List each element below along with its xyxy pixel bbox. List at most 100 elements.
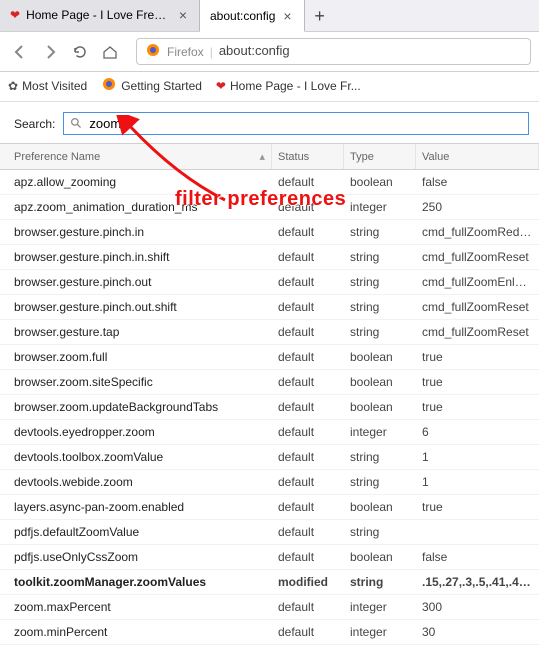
cell-status: default [272,595,344,619]
table-row[interactable]: browser.gesture.pinch.in.shiftdefaultstr… [0,245,539,270]
table-row[interactable]: devtools.eyedropper.zoomdefaultinteger6 [0,420,539,445]
table-header: Preference Name ▴ Status Type Value [0,143,539,170]
bookmark-most-visited[interactable]: ✿ Most Visited [8,79,87,93]
search-row: Search: [0,102,539,143]
search-box[interactable] [63,112,529,135]
cell-value: cmd_fullZoomReset [416,245,539,269]
cell-name: browser.gesture.pinch.out [0,270,272,294]
col-header-type[interactable]: Type [344,144,416,169]
cell-status: default [272,545,344,569]
table-row[interactable]: toolkit.zoomManager.zoomValuesmodifiedst… [0,570,539,595]
table-row[interactable]: pdfjs.useOnlyCssZoomdefaultbooleanfalse [0,545,539,570]
url-bar[interactable]: Firefox | about:config [136,38,531,65]
cell-value: true [416,495,539,519]
cell-status: default [272,470,344,494]
cell-status: default [272,420,344,444]
heart-icon: ❤ [216,79,226,93]
cell-name: browser.gesture.pinch.in [0,220,272,244]
nav-bar: Firefox | about:config [0,32,539,72]
cell-type: string [344,295,416,319]
tab-strip: ❤ Home Page - I Love Free Softw × about:… [0,0,539,32]
cell-value: 6 [416,420,539,444]
cell-type: boolean [344,545,416,569]
cell-type: integer [344,420,416,444]
cell-value: 1 [416,470,539,494]
gear-icon: ✿ [8,79,18,93]
cell-name: browser.gesture.pinch.in.shift [0,245,272,269]
cell-name: layers.async-pan-zoom.enabled [0,495,272,519]
col-header-status[interactable]: Status [272,144,344,169]
heart-icon: ❤ [10,8,20,22]
cell-name: devtools.toolbox.zoomValue [0,445,272,469]
cell-name: devtools.webide.zoom [0,470,272,494]
cell-status: default [272,295,344,319]
url-prefix: Firefox [167,45,204,59]
tab-home[interactable]: ❤ Home Page - I Love Free Softw × [0,0,200,31]
table-row[interactable]: browser.gesture.pinch.indefaultstringcmd… [0,220,539,245]
cell-name: browser.zoom.full [0,345,272,369]
annotation-text: filter preferences [175,188,346,211]
arrow-right-icon [42,44,58,60]
cell-value: 250 [416,195,539,219]
table-row[interactable]: devtools.webide.zoomdefaultstring1 [0,470,539,495]
cell-value [416,520,539,544]
search-label: Search: [14,117,55,131]
cell-value: cmd_fullZoomReset [416,320,539,344]
table-row[interactable]: pdfjs.defaultZoomValuedefaultstring [0,520,539,545]
cell-type: boolean [344,345,416,369]
cell-value: true [416,345,539,369]
bookmark-bar: ✿ Most Visited Getting Started ❤ Home Pa… [0,72,539,102]
close-icon[interactable]: × [281,8,293,24]
cell-name: browser.gesture.pinch.out.shift [0,295,272,319]
table-row[interactable]: browser.gesture.pinch.outdefaultstringcm… [0,270,539,295]
col-header-value[interactable]: Value [416,144,539,169]
cell-type: boolean [344,395,416,419]
reload-icon [72,44,88,60]
cell-status: default [272,320,344,344]
table-row[interactable]: zoom.maxPercentdefaultinteger300 [0,595,539,620]
cell-value: cmd_fullZoomReset [416,295,539,319]
table-row[interactable]: zoom.minPercentdefaultinteger30 [0,620,539,645]
cell-status: default [272,620,344,644]
table-row[interactable]: browser.zoom.fulldefaultbooleantrue [0,345,539,370]
tab-label: Home Page - I Love Free Softw [26,8,171,22]
search-input[interactable] [89,116,522,131]
cell-name: toolkit.zoomManager.zoomValues [0,570,272,594]
cell-type: string [344,220,416,244]
firefox-icon [145,42,161,61]
forward-button[interactable] [38,40,62,64]
table-row[interactable]: browser.gesture.tapdefaultstringcmd_full… [0,320,539,345]
cell-name: devtools.eyedropper.zoom [0,420,272,444]
table-row[interactable]: browser.zoom.siteSpecificdefaultbooleant… [0,370,539,395]
cell-name: pdfjs.defaultZoomValue [0,520,272,544]
table-row[interactable]: layers.async-pan-zoom.enableddefaultbool… [0,495,539,520]
cell-type: string [344,245,416,269]
cell-type: string [344,320,416,344]
table-row[interactable]: browser.gesture.pinch.out.shiftdefaultst… [0,295,539,320]
home-button[interactable] [98,40,122,64]
tab-aboutconfig[interactable]: about:config × [200,0,305,32]
back-button[interactable] [8,40,32,64]
bookmark-getting-started[interactable]: Getting Started [101,76,202,95]
reload-button[interactable] [68,40,92,64]
bookmark-label: Home Page - I Love Fr... [230,79,361,93]
cell-name: browser.zoom.updateBackgroundTabs [0,395,272,419]
cell-value: cmd_fullZoomEnlarge [416,270,539,294]
tab-label: about:config [210,9,275,23]
close-icon[interactable]: × [177,7,189,23]
cell-value: false [416,170,539,194]
cell-status: modified [272,570,344,594]
cell-value: true [416,370,539,394]
table-row[interactable]: devtools.toolbox.zoomValuedefaultstring1 [0,445,539,470]
cell-type: boolean [344,170,416,194]
bookmark-home-page[interactable]: ❤ Home Page - I Love Fr... [216,79,361,93]
pref-table-body[interactable]: apz.allow_zoomingdefaultbooleanfalseapz.… [0,170,539,645]
cell-value: cmd_fullZoomReduce [416,220,539,244]
table-row[interactable]: browser.zoom.updateBackgroundTabsdefault… [0,395,539,420]
col-header-name[interactable]: Preference Name ▴ [0,144,272,169]
cell-name: browser.zoom.siteSpecific [0,370,272,394]
new-tab-button[interactable]: + [305,1,335,31]
cell-name: pdfjs.useOnlyCssZoom [0,545,272,569]
sort-asc-icon: ▴ [259,150,265,163]
firefox-icon [101,76,117,95]
